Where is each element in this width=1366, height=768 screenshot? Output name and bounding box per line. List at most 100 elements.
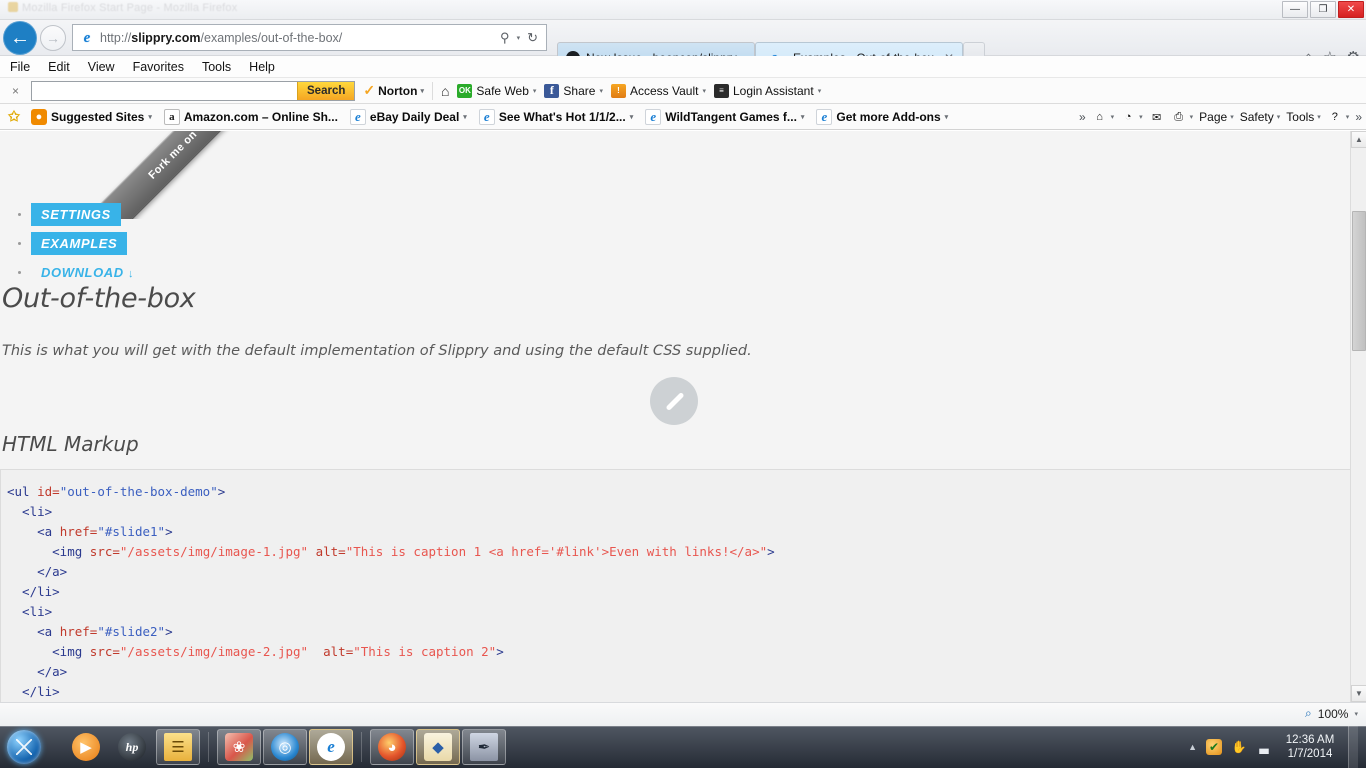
login-assistant-label: Login Assistant bbox=[732, 83, 814, 98]
favorites-overflow-icon[interactable]: » bbox=[1079, 110, 1086, 124]
menu-item-help[interactable]: Help bbox=[249, 60, 275, 74]
menu-item-file[interactable]: File bbox=[10, 60, 30, 74]
amazon-icon: a bbox=[163, 108, 180, 125]
search-icon[interactable]: ⚲ bbox=[500, 30, 510, 46]
chevron-down-icon: ▾ bbox=[1276, 114, 1281, 121]
page-title: Out-of-the-box bbox=[2, 283, 196, 314]
scrollbar-thumb[interactable] bbox=[1352, 211, 1366, 351]
toolbar-close-icon[interactable]: × bbox=[8, 84, 23, 98]
zoom-level-label: 100% bbox=[1317, 706, 1349, 721]
chevron-down-icon: ▾ bbox=[420, 87, 424, 95]
hp-icon: hp bbox=[118, 733, 146, 761]
url-scheme: http:// bbox=[100, 30, 132, 45]
norton-menu[interactable]: ✓ Norton ▾ bbox=[363, 82, 424, 99]
firefox-icon: ◕ bbox=[378, 733, 406, 761]
favorite-suggested-sites[interactable]: ● Suggested Sites ▾ bbox=[28, 108, 155, 125]
favorite-see-whats-hot[interactable]: e See What's Hot 1/1/2... ▾ bbox=[476, 108, 636, 125]
chevron-down-icon[interactable]: ▾ bbox=[1354, 710, 1358, 718]
print-icon: ⎙ bbox=[1174, 110, 1184, 123]
help-menu-button[interactable]: ? ▾ bbox=[1327, 109, 1350, 125]
taskbar-windows-explorer[interactable]: ☰ bbox=[156, 729, 200, 765]
favorite-amazon[interactable]: a Amazon.com – Online Sh... bbox=[161, 108, 341, 125]
norton-label: Norton bbox=[378, 83, 418, 98]
command-overflow-icon[interactable]: » bbox=[1355, 110, 1362, 124]
search-input[interactable] bbox=[32, 81, 298, 100]
clock[interactable]: 12:36 AM 1/7/2014 bbox=[1281, 733, 1339, 761]
menu-item-view[interactable]: View bbox=[88, 60, 115, 74]
forward-button[interactable]: → bbox=[40, 25, 66, 51]
code-token: "/assets/img/image-2.jpg" bbox=[119, 644, 309, 659]
show-hidden-icons-icon[interactable]: ▲ bbox=[1188, 742, 1197, 752]
nav-link-download-label: DOWNLOAD bbox=[41, 265, 124, 280]
code-token: > bbox=[767, 544, 775, 559]
close-icon: ✕ bbox=[1346, 3, 1356, 15]
menu-bar: File Edit View Favorites Tools Help bbox=[0, 56, 1366, 78]
nav-item-settings[interactable]: SETTINGS bbox=[18, 203, 144, 226]
page-scrollbar[interactable]: ▲ ▼ bbox=[1350, 131, 1366, 702]
refresh-icon[interactable]: ↻ bbox=[527, 30, 538, 46]
back-button[interactable]: ← bbox=[3, 21, 37, 55]
maximize-button[interactable]: ❐ bbox=[1310, 1, 1336, 18]
command-feeds-button[interactable]: ◔ ▾ bbox=[1120, 109, 1143, 125]
status-bar: ⌕ 100% ▾ bbox=[0, 702, 1366, 726]
show-desktop-button[interactable] bbox=[1348, 726, 1358, 768]
taskbar-windows-media-player[interactable]: ▶ bbox=[64, 729, 108, 765]
taskbar-media-center[interactable]: ◎ bbox=[263, 729, 307, 765]
safe-web-button[interactable]: OK Safe Web ▾ bbox=[457, 83, 536, 98]
taskbar-security-shield[interactable]: ◆ bbox=[416, 729, 460, 765]
scroll-up-icon[interactable]: ▲ bbox=[1351, 131, 1366, 148]
menu-item-edit[interactable]: Edit bbox=[48, 60, 70, 74]
start-button[interactable] bbox=[0, 727, 48, 767]
zoom-control[interactable]: ⌕ 100% ▾ bbox=[1305, 706, 1358, 721]
command-print-button[interactable]: ⎙ ▾ bbox=[1171, 109, 1194, 125]
scroll-down-icon[interactable]: ▼ bbox=[1351, 685, 1366, 702]
address-bar[interactable]: e http://slippry.com/examples/out-of-the… bbox=[72, 24, 547, 51]
favorite-label: WildTangent Games f... bbox=[665, 109, 797, 124]
browser-window: Mozilla Firefox Start Page - Mozilla Fir… bbox=[0, 0, 1366, 768]
menu-item-tools[interactable]: Tools bbox=[202, 60, 231, 74]
favorite-wildtangent-games[interactable]: e WildTangent Games f... ▾ bbox=[642, 108, 807, 125]
taskbar-mozilla-firefox[interactable]: ◕ bbox=[370, 729, 414, 765]
favorite-ebay-daily-deal[interactable]: e eBay Daily Deal ▾ bbox=[347, 108, 470, 125]
nav-link-settings[interactable]: SETTINGS bbox=[31, 203, 121, 226]
minimize-button[interactable]: — bbox=[1282, 1, 1308, 18]
search-button[interactable]: Search bbox=[297, 81, 355, 100]
access-vault-button[interactable]: ! Access Vault ▾ bbox=[610, 83, 706, 98]
taskbar-snipping-tool[interactable]: ✒ bbox=[462, 729, 506, 765]
share-button[interactable]: f Share ▾ bbox=[544, 83, 603, 98]
home-icon[interactable]: ⌂ bbox=[441, 83, 449, 99]
nav-link-examples[interactable]: EXAMPLES bbox=[31, 232, 128, 255]
login-assistant-button[interactable]: ≡ Login Assistant ▾ bbox=[713, 83, 821, 98]
tools-menu-button[interactable]: Tools ▾ bbox=[1286, 110, 1321, 124]
clipboard-tray-icon[interactable]: ✋ bbox=[1231, 739, 1247, 755]
safety-menu-button[interactable]: Safety ▾ bbox=[1240, 110, 1281, 124]
safe-web-icon: OK bbox=[457, 83, 473, 98]
norton-toolbar: × Search ✓ Norton ▾ ⌂ OK Safe Web ▾ f Sh… bbox=[0, 78, 1366, 104]
nav-item-examples[interactable]: EXAMPLES bbox=[18, 232, 144, 255]
forward-arrow-icon: → bbox=[46, 30, 60, 46]
taskbar-photo-viewer[interactable]: ❀ bbox=[217, 729, 261, 765]
nav-link-download[interactable]: DOWNLOAD ↓ bbox=[31, 261, 144, 284]
nav-item-download[interactable]: DOWNLOAD ↓ bbox=[18, 261, 144, 284]
taskbar-internet-explorer[interactable]: e bbox=[309, 729, 353, 765]
taskbar-hp-support-assistant[interactable]: hp bbox=[110, 729, 154, 765]
add-to-favorites-icon[interactable]: ✩ bbox=[6, 108, 22, 125]
code-token: "This is caption 2" bbox=[353, 644, 497, 659]
menu-item-favorites[interactable]: Favorites bbox=[133, 60, 184, 74]
close-button[interactable]: ✕ bbox=[1338, 1, 1364, 18]
taskbar-buttons: ▶ hp ☰ ❀ ◎ e ◕ ◆ ✒ bbox=[64, 729, 506, 765]
command-home-button[interactable]: ⌂ ▾ bbox=[1092, 109, 1114, 125]
page-menu-button[interactable]: Page ▾ bbox=[1199, 110, 1234, 124]
network-signal-icon[interactable]: ▃ bbox=[1256, 739, 1272, 755]
favorite-get-more-addons[interactable]: e Get more Add-ons ▾ bbox=[813, 108, 951, 125]
ie-page-icon: e bbox=[816, 108, 833, 125]
window-controls: — ❐ ✕ bbox=[1282, 1, 1364, 18]
chevron-down-icon[interactable]: ▾ bbox=[517, 34, 521, 42]
chevron-down-icon: ▾ bbox=[1189, 114, 1194, 121]
command-mail-button[interactable]: ✉ bbox=[1149, 109, 1165, 125]
navigation-bar: ← → e http://slippry.com/examples/out-of… bbox=[0, 20, 1366, 73]
code-token: > bbox=[165, 624, 173, 639]
norton-tray-icon[interactable]: ✔ bbox=[1206, 739, 1222, 755]
code-token: href= bbox=[59, 624, 98, 639]
code-token: </li> bbox=[7, 684, 60, 699]
